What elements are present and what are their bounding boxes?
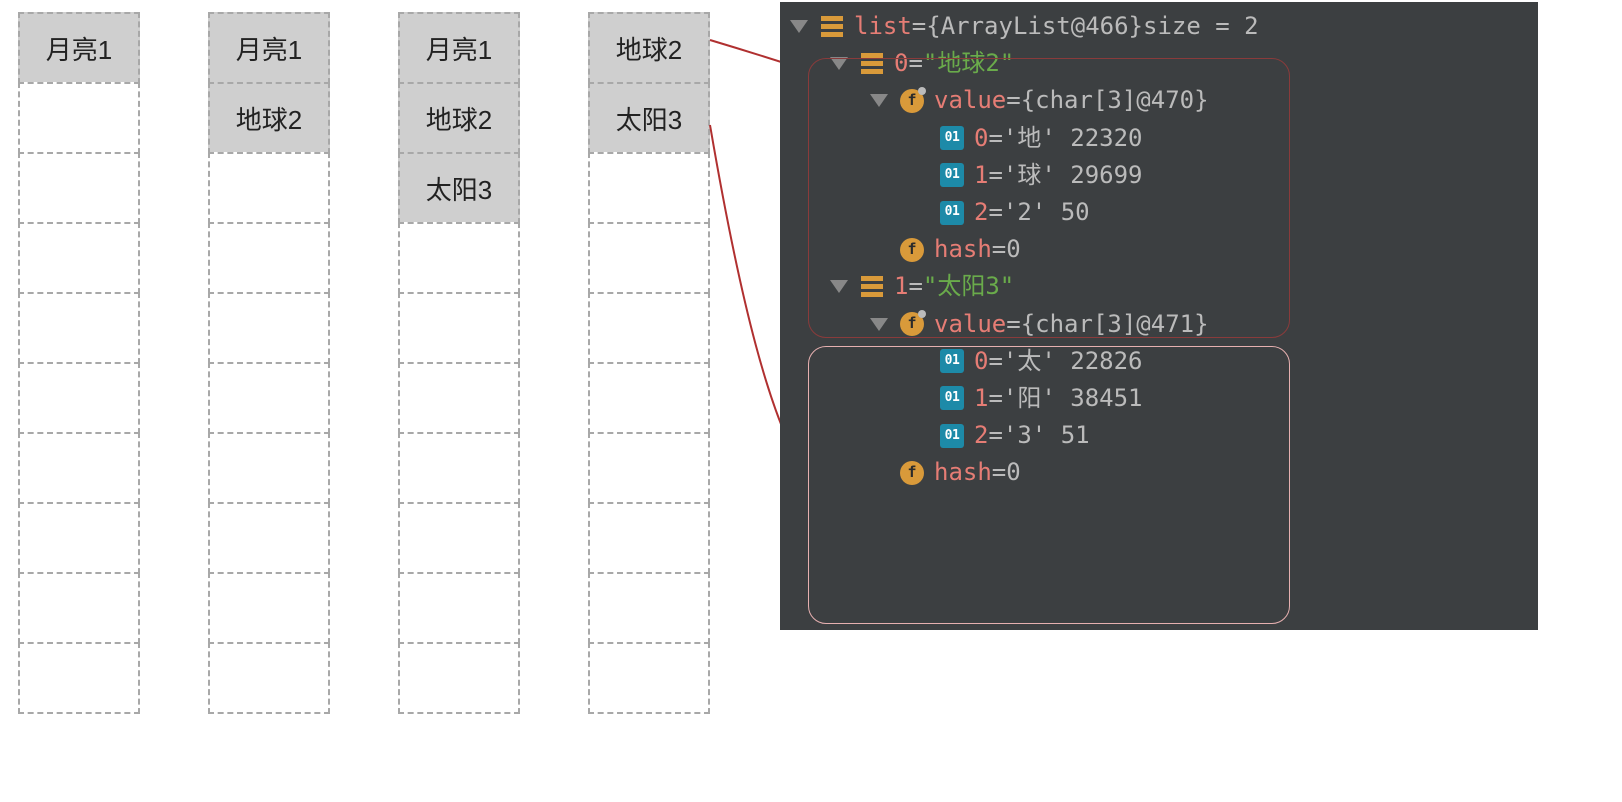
array-cell (588, 572, 710, 644)
int-icon: 01 (940, 201, 964, 225)
array-cell: 月亮1 (208, 12, 330, 84)
array-columns: 月亮1月亮1地球2月亮1地球2太阳3地球2太阳3 (18, 12, 710, 714)
field-icon: f (900, 238, 924, 262)
tree-row-root[interactable]: list = {ArrayList@466} size = 2 (790, 8, 1528, 45)
array-column-2: 月亮1地球2太阳3 (398, 12, 520, 714)
array-cell (588, 152, 710, 224)
array-cell (398, 432, 520, 504)
int-icon: 01 (940, 424, 964, 448)
array-cell: 月亮1 (18, 12, 140, 84)
array-column-3: 地球2太阳3 (588, 12, 710, 714)
tree-row-char[interactable]: 01 2 = '2' 50 (790, 194, 1528, 231)
array-cell (588, 502, 710, 574)
array-cell (18, 82, 140, 154)
array-cell: 太阳3 (398, 152, 520, 224)
field-icon: f (900, 461, 924, 485)
array-cell (18, 642, 140, 714)
array-cell (398, 642, 520, 714)
array-cell: 月亮1 (398, 12, 520, 84)
array-column-1: 月亮1地球2 (208, 12, 330, 714)
array-cell (208, 292, 330, 364)
array-cell (208, 152, 330, 224)
array-cell (208, 572, 330, 644)
debugger-panel: list = {ArrayList@466} size = 2 0 = "地球2… (780, 2, 1538, 630)
int-icon: 01 (940, 126, 964, 150)
array-cell (18, 222, 140, 294)
tree-row-char[interactable]: 01 1 = '球' 29699 (790, 157, 1528, 194)
array-cell (588, 292, 710, 364)
array-cell (18, 432, 140, 504)
array-cell (208, 642, 330, 714)
var-name: list (854, 8, 912, 45)
array-cell (398, 362, 520, 434)
expand-icon[interactable] (790, 20, 808, 33)
array-cell (208, 432, 330, 504)
array-cell (588, 642, 710, 714)
expand-icon[interactable] (830, 280, 848, 293)
tree-row-char[interactable]: 01 0 = '地' 22320 (790, 120, 1528, 157)
array-cell (18, 572, 140, 644)
tree-row-value-0[interactable]: f value = {char[3]@470} (790, 82, 1528, 119)
array-cell (208, 222, 330, 294)
tree-row-value-1[interactable]: f value = {char[3]@471} (790, 306, 1528, 343)
int-icon: 01 (940, 386, 964, 410)
expand-icon[interactable] (870, 318, 888, 331)
tree-row-hash-1[interactable]: f hash = 0 (790, 454, 1528, 491)
list-icon (860, 52, 884, 76)
tree-row-char[interactable]: 01 2 = '3' 51 (790, 417, 1528, 454)
array-cell: 地球2 (398, 82, 520, 154)
tree-row-char[interactable]: 01 0 = '太' 22826 (790, 343, 1528, 380)
expand-icon[interactable] (870, 94, 888, 107)
array-cell (398, 292, 520, 364)
array-cell (398, 222, 520, 294)
array-cell: 太阳3 (588, 82, 710, 154)
array-cell (18, 362, 140, 434)
int-icon: 01 (940, 163, 964, 187)
array-column-0: 月亮1 (18, 12, 140, 714)
array-cell (398, 502, 520, 574)
int-icon: 01 (940, 349, 964, 373)
array-cell (208, 362, 330, 434)
array-cell (18, 152, 140, 224)
list-icon (860, 275, 884, 299)
field-icon: f (900, 312, 924, 336)
tree-row-hash-0[interactable]: f hash = 0 (790, 231, 1528, 268)
array-cell (398, 572, 520, 644)
tree-row-entry-1[interactable]: 1 = "太阳3" (790, 268, 1528, 305)
tree-row-entry-0[interactable]: 0 = "地球2" (790, 45, 1528, 82)
expand-icon[interactable] (830, 57, 848, 70)
array-cell (588, 222, 710, 294)
array-cell (18, 292, 140, 364)
list-icon (820, 15, 844, 39)
array-cell: 地球2 (208, 82, 330, 154)
array-cell (588, 362, 710, 434)
field-icon: f (900, 89, 924, 113)
array-cell (18, 502, 140, 574)
array-cell (208, 502, 330, 574)
array-cell (588, 432, 710, 504)
array-cell: 地球2 (588, 12, 710, 84)
tree-row-char[interactable]: 01 1 = '阳' 38451 (790, 380, 1528, 417)
